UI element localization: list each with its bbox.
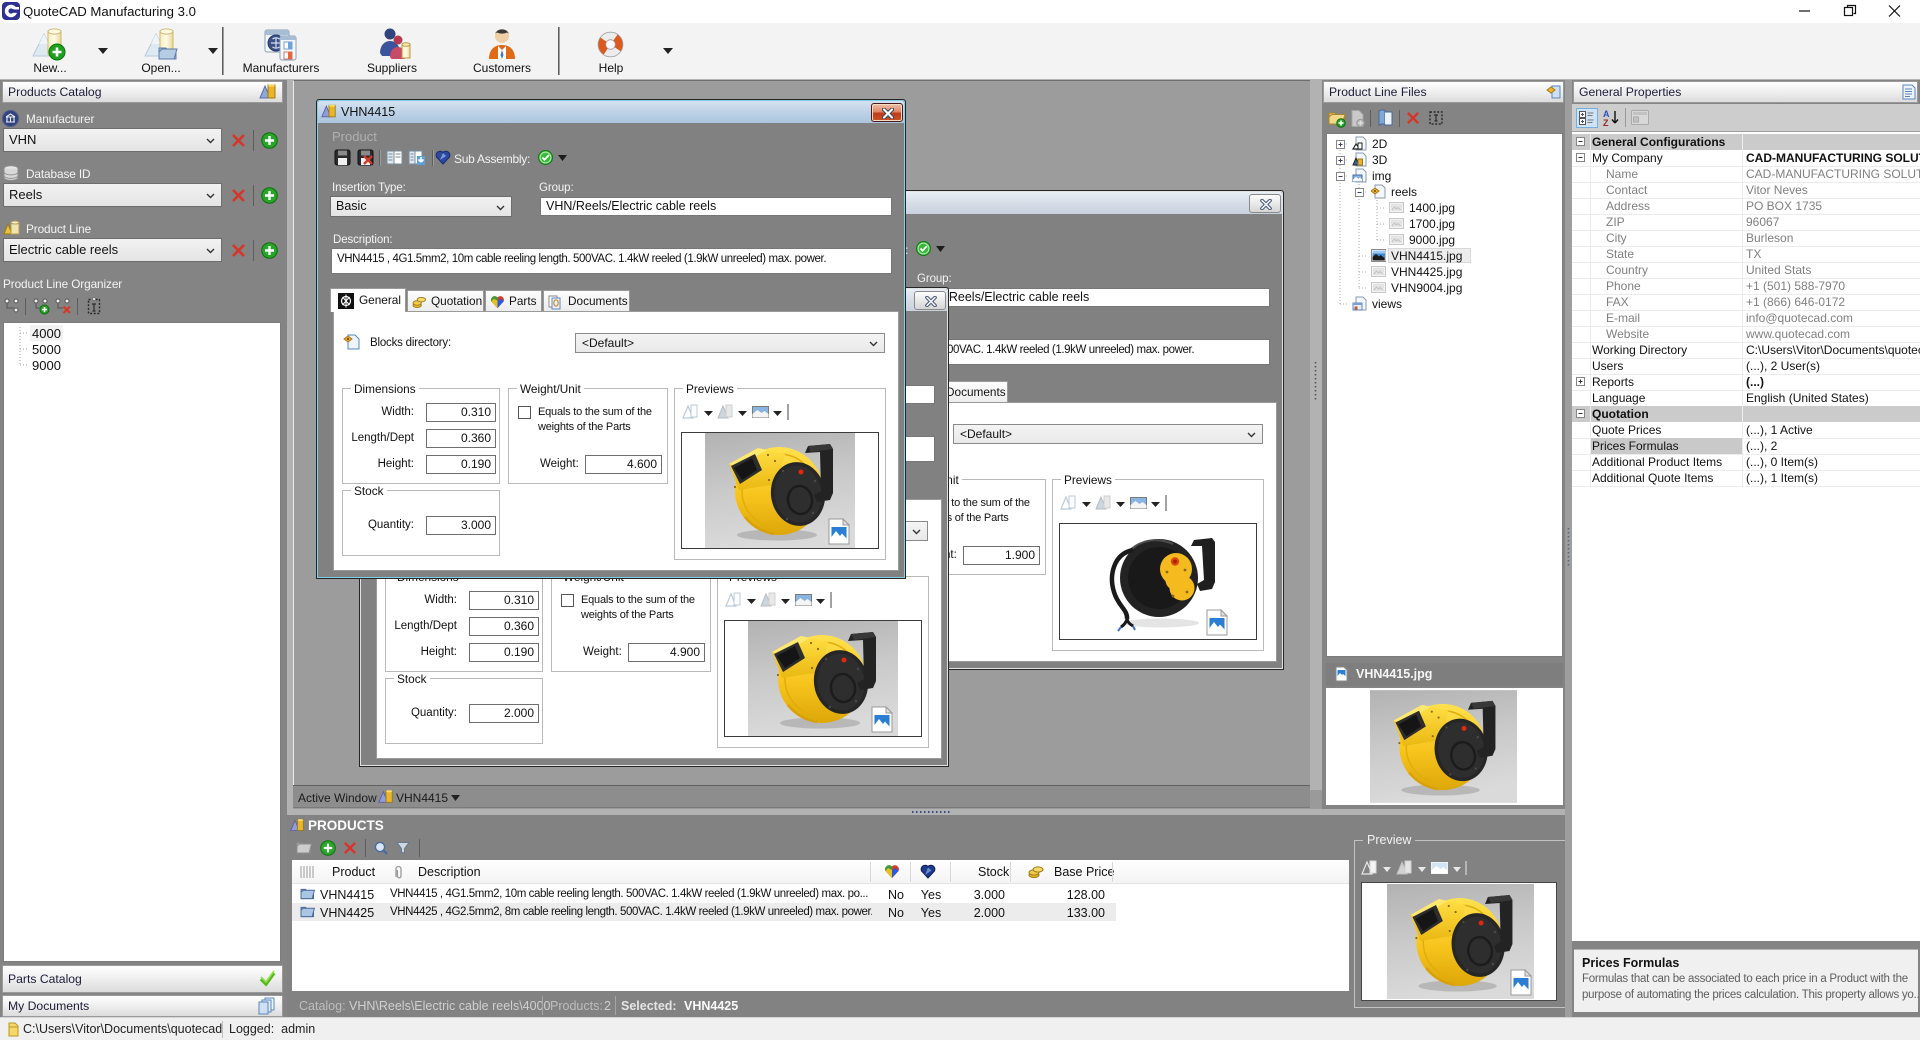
svg-text:Z: Z [1603, 118, 1609, 127]
